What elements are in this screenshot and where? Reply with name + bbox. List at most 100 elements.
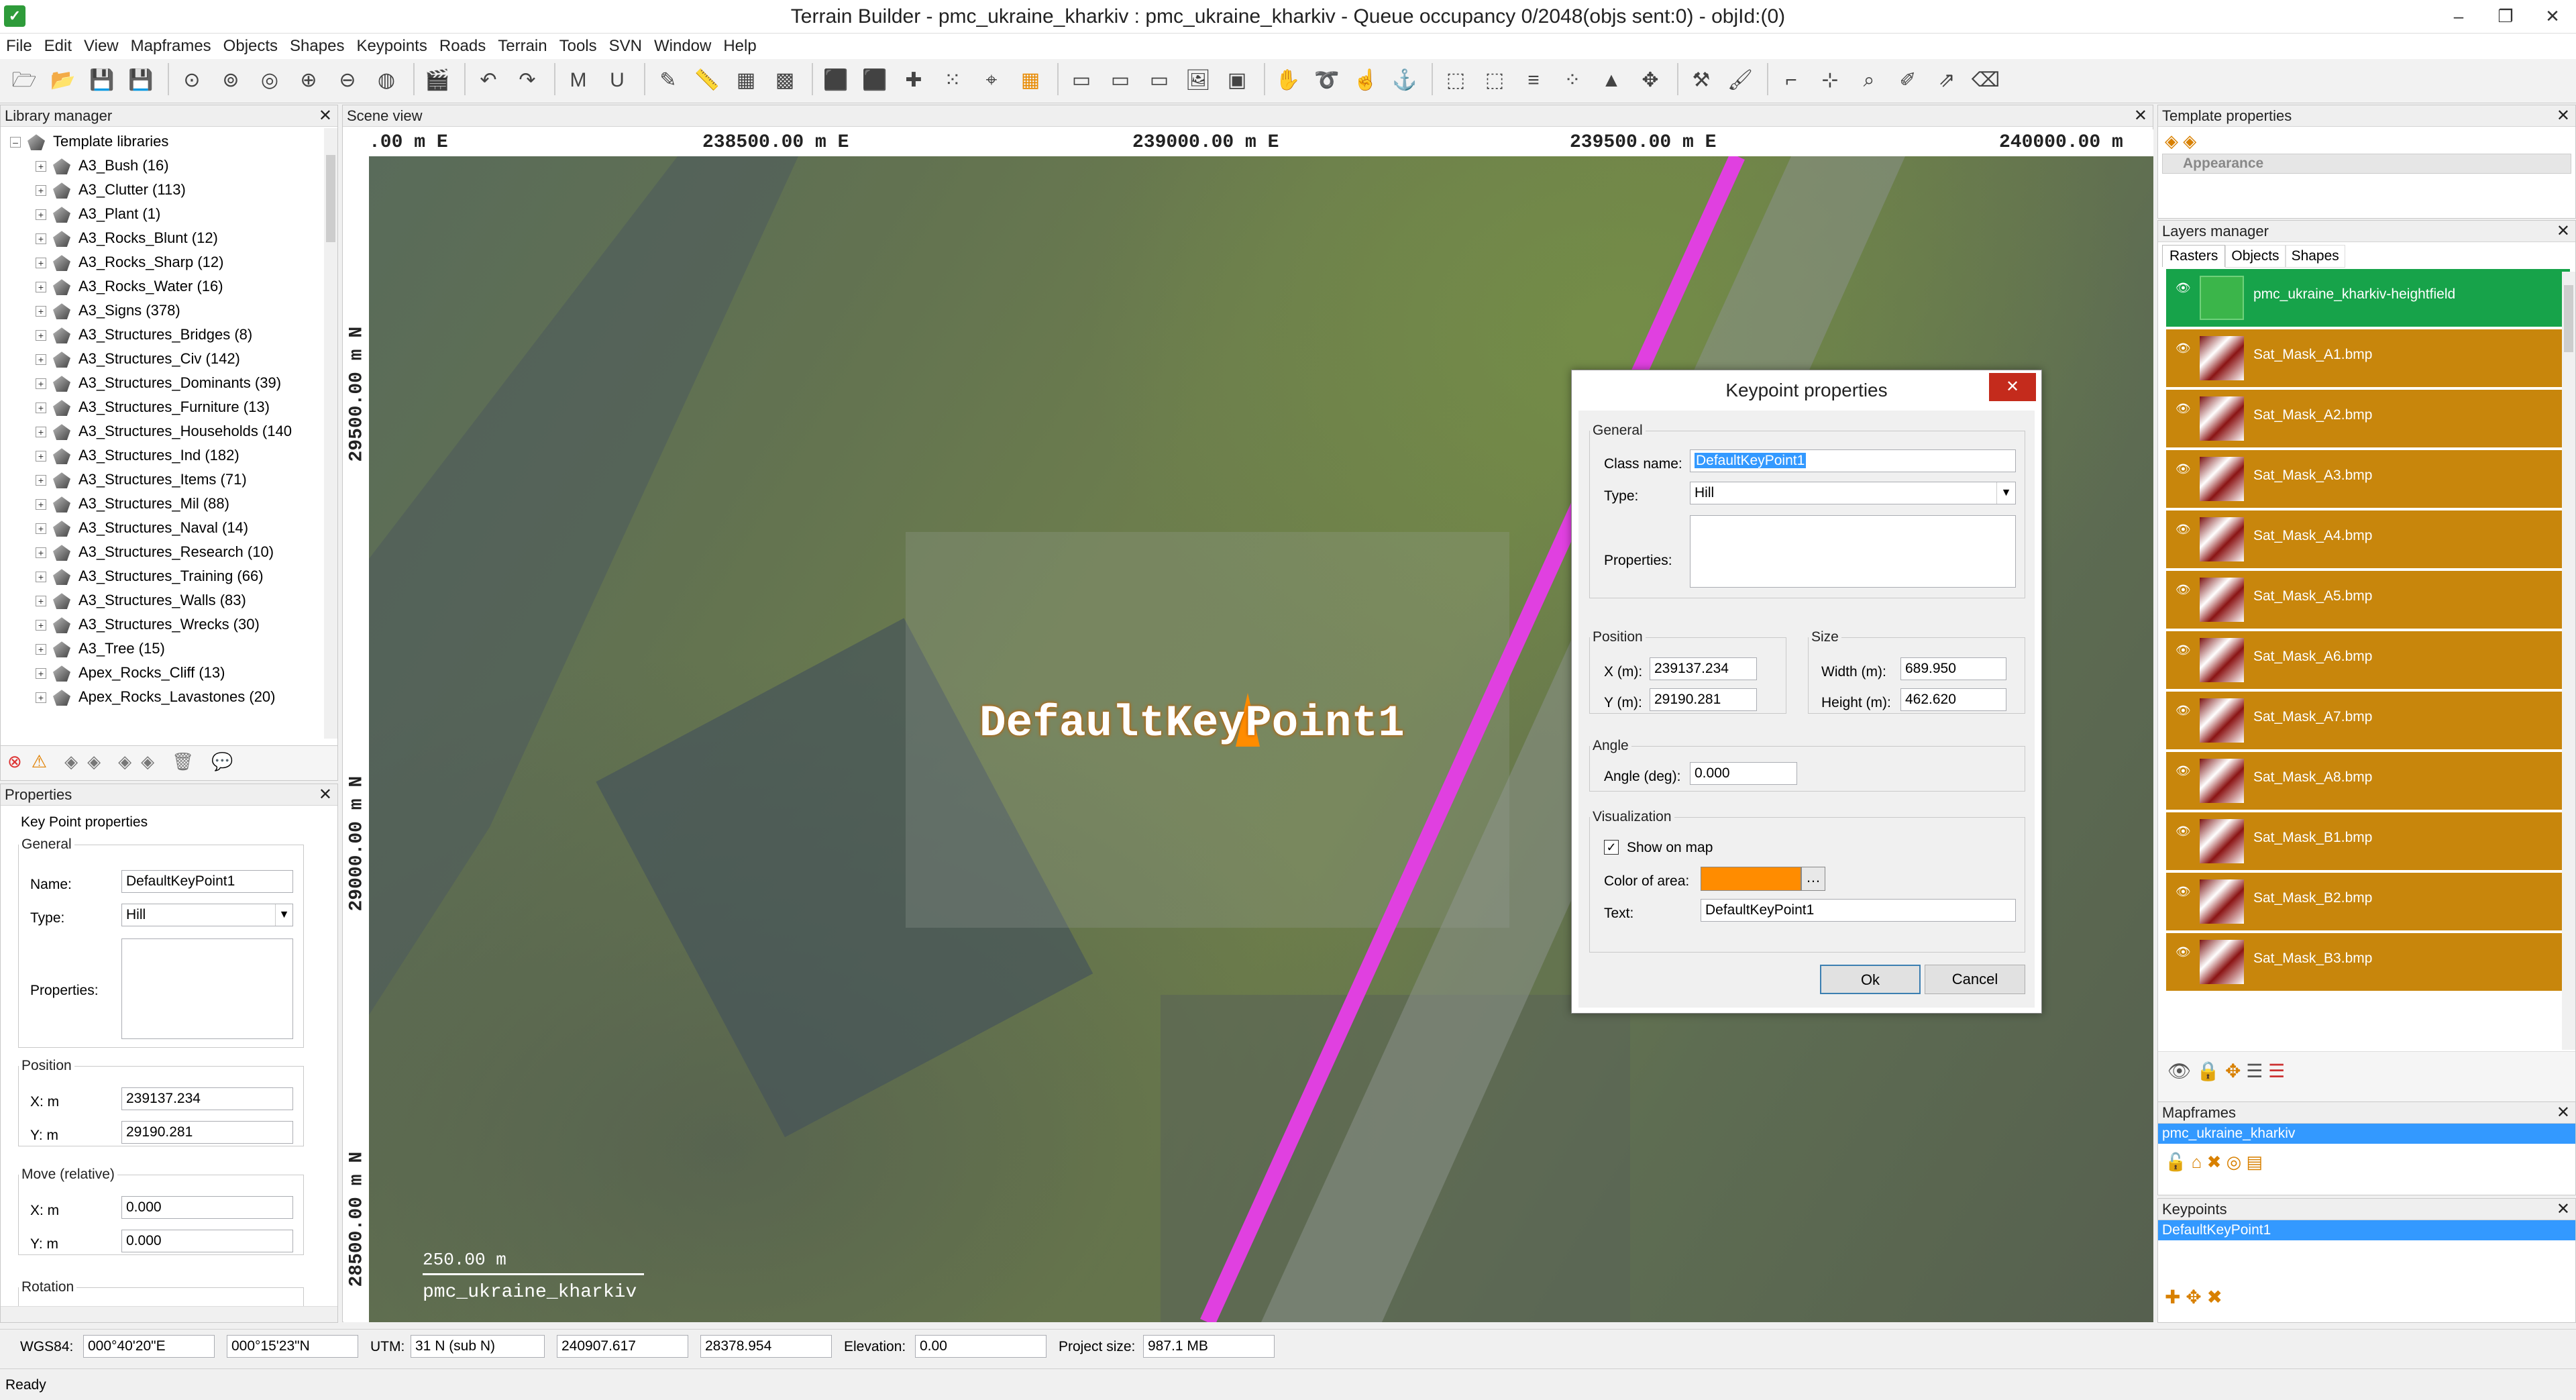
maximize-button[interactable]: ❐ (2482, 0, 2529, 32)
object-icon[interactable]: ⬛ (818, 63, 853, 98)
window3-icon[interactable]: ▭ (1142, 63, 1177, 98)
menu-keypoints[interactable]: Keypoints (350, 34, 433, 59)
expand-icon[interactable]: + (36, 161, 46, 172)
grid-icon[interactable]: ▦ (729, 63, 763, 98)
zoom-out-icon[interactable]: ⊖ (330, 63, 365, 98)
properties-hscrollbar[interactable] (1, 1306, 337, 1322)
expand-icon[interactable]: + (36, 572, 46, 583)
layer-row[interactable]: 👁 Sat_Mask_A5.bmp (2166, 571, 2570, 631)
ok-button[interactable]: Ok (1820, 965, 1921, 994)
height-input[interactable]: 462.620 (1900, 688, 2006, 711)
visibility-icon[interactable]: 👁 (2176, 341, 2191, 356)
visibility-icon[interactable]: 👁 (2176, 643, 2191, 657)
delete-icon[interactable]: ⊗ (7, 751, 22, 771)
close-icon[interactable]: ✕ (2557, 221, 2570, 242)
open-project-icon[interactable]: 📂 (46, 63, 80, 98)
visibility-icon[interactable]: 👁 (2176, 281, 2191, 295)
library-item[interactable]: + A3_Structures_Furniture (13) (1, 395, 325, 419)
library-item[interactable]: + A3_Structures_Households (140 (1, 419, 325, 443)
menu-terrain[interactable]: Terrain (492, 34, 553, 59)
expand-icon[interactable]: + (36, 330, 46, 341)
redo-icon[interactable]: ↷ (510, 63, 545, 98)
expand-icon[interactable]: + (36, 233, 46, 245)
tools-icon[interactable]: ⚒ (1684, 63, 1719, 98)
node-edit-icon[interactable]: ✐ (1890, 63, 1925, 98)
window2-icon[interactable]: ▭ (1103, 63, 1138, 98)
close-icon[interactable]: ✕ (2557, 105, 2570, 127)
library-item[interactable]: + A3_Plant (1) (1, 202, 325, 226)
color-picker-button[interactable]: … (1801, 867, 1825, 891)
delete-keypoint-icon[interactable]: ✖ (2207, 1287, 2222, 1307)
new-project-icon[interactable]: 🗁 (7, 63, 42, 98)
stack-icon[interactable]: ☰ (2246, 1061, 2263, 1081)
menu-view[interactable]: View (78, 34, 125, 59)
menu-edit[interactable]: Edit (38, 34, 78, 59)
pencil-icon[interactable]: ✎ (651, 63, 686, 98)
warning-icon[interactable]: ⚠ (32, 751, 47, 771)
close-icon[interactable]: ✕ (2557, 1199, 2570, 1220)
edit-keypoint-icon[interactable]: ✥ (2186, 1287, 2201, 1307)
panel-icon[interactable]: ▣ (1220, 63, 1254, 98)
properties-textarea[interactable] (121, 938, 293, 1039)
library-scrollbar[interactable] (324, 128, 337, 739)
move-icon[interactable]: ✥ (1633, 63, 1668, 98)
node-icon[interactable]: ⌐ (1774, 63, 1809, 98)
expand-icon[interactable]: + (36, 499, 46, 510)
menu-file[interactable]: File (0, 34, 38, 59)
cancel-button[interactable]: Cancel (1925, 965, 2025, 994)
crane-icon[interactable]: ⚓ (1387, 63, 1422, 98)
keypoint-item[interactable]: DefaultKeyPoint1 (2158, 1220, 2575, 1240)
tab-rasters[interactable]: Rasters (2162, 245, 2226, 267)
save-all-icon[interactable]: 💾 (123, 63, 158, 98)
close-icon[interactable]: ✕ (319, 105, 332, 127)
library-item[interactable]: + Apex_Rocks_Cliff (13) (1, 661, 325, 685)
expand-icon[interactable]: + (36, 427, 46, 438)
close-icon[interactable]: ✕ (2134, 105, 2147, 127)
move-layer-icon[interactable]: ✥ (2225, 1061, 2241, 1081)
image-icon[interactable]: 🖼 (1181, 63, 1216, 98)
layer-row[interactable]: 👁 Sat_Mask_A8.bmp (2166, 752, 2570, 812)
menu-svn[interactable]: SVN (603, 34, 648, 59)
properties-textarea[interactable] (1690, 515, 2016, 588)
visibility-icon[interactable]: 👁 (2176, 824, 2191, 839)
node-add-icon[interactable]: ⊹ (1813, 63, 1847, 98)
library-item[interactable]: + A3_Structures_Wrecks (30) (1, 612, 325, 637)
menu-objects[interactable]: Objects (217, 34, 284, 59)
tree-root[interactable]: – Template libraries (1, 129, 325, 154)
class-name-input[interactable]: DefaultKeyPoint1 (1690, 449, 2016, 472)
brush-icon[interactable]: 🖌 (1723, 63, 1758, 98)
layer-row[interactable]: 👁 Sat_Mask_A7.bmp (2166, 692, 2570, 752)
node-move-icon[interactable]: ⇗ (1929, 63, 1964, 98)
expand-icon[interactable]: + (36, 354, 46, 366)
library-item[interactable]: + A3_Structures_Civ (142) (1, 347, 325, 371)
tab-shapes[interactable]: Shapes (2285, 245, 2345, 268)
library-item[interactable]: + A3_Structures_Naval (14) (1, 516, 325, 540)
collapse-icon[interactable]: – (10, 137, 21, 148)
library-item[interactable]: + A3_Structures_Research (10) (1, 540, 325, 564)
close-window-button[interactable]: ✕ (2529, 0, 2576, 32)
zoom-extent-icon[interactable]: ◎ (252, 63, 287, 98)
name-input[interactable]: DefaultKeyPoint1 (121, 870, 293, 893)
chevron-down-icon[interactable]: ▼ (1996, 482, 2015, 504)
close-icon[interactable]: ✕ (1989, 373, 2036, 401)
stack2-icon[interactable]: ☰ (2268, 1061, 2285, 1081)
node-search-icon[interactable]: ⌕ (1851, 63, 1886, 98)
zoom-in-icon[interactable]: ⊕ (291, 63, 326, 98)
place-icon[interactable]: ✚ (896, 63, 931, 98)
width-input[interactable]: 689.950 (1900, 657, 2006, 680)
layer-row[interactable]: 👁 Sat_Mask_B3.bmp (2166, 933, 2570, 993)
y-input[interactable]: 29190.281 (1650, 688, 1757, 711)
menu-help[interactable]: Help (717, 34, 762, 59)
angle-input[interactable]: 0.000 (1690, 762, 1797, 785)
library-item[interactable]: + A3_Bush (16) (1, 154, 325, 178)
snap-icon[interactable]: ⌖ (974, 63, 1009, 98)
expand-icon[interactable]: + (36, 475, 46, 486)
measure-icon[interactable]: M (561, 63, 596, 98)
expand-icon[interactable]: + (36, 185, 46, 197)
library-item[interactable]: + A3_Structures_Ind (182) (1, 443, 325, 468)
scatter-icon[interactable]: ⁘ (1555, 63, 1590, 98)
dots-icon[interactable]: ⁙ (935, 63, 970, 98)
x-input[interactable]: 239137.234 (121, 1087, 293, 1110)
lasso-icon[interactable]: ➰ (1309, 63, 1344, 98)
menu-mapframes[interactable]: Mapframes (125, 34, 217, 59)
